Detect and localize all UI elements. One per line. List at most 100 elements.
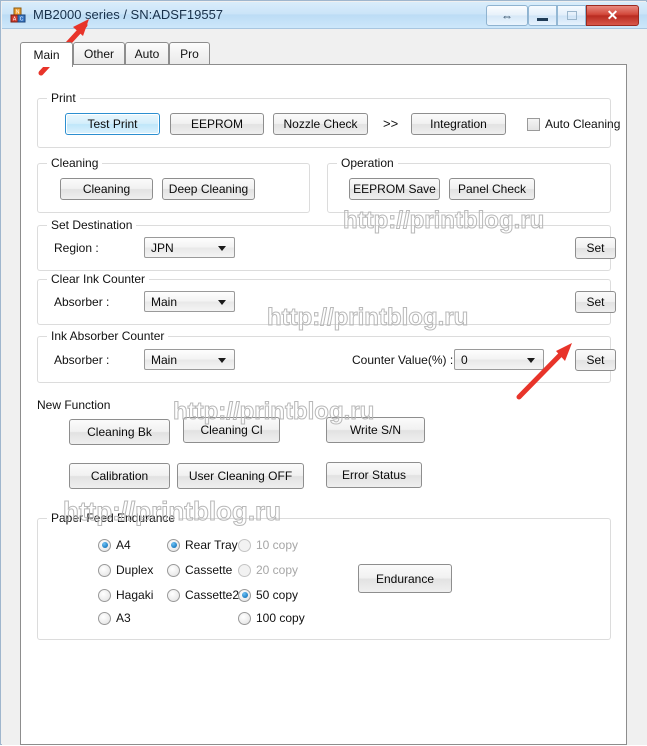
radio-copy-20[interactable]: 20 copy (238, 563, 298, 577)
radio-paper-a3-label: A3 (116, 611, 131, 625)
error-status-label: Error Status (341, 468, 407, 482)
radio-paper-hagaki-dot (98, 588, 111, 602)
cleaning-bk-label: Cleaning Bk (87, 425, 152, 439)
cleaning-label: Cleaning (82, 182, 131, 196)
ink-absorber-counter-set-button[interactable]: Set (575, 349, 616, 371)
cleaning-cl-button[interactable]: Cleaning Cl (183, 417, 280, 443)
radio-source-cassette-dot (167, 563, 180, 577)
radio-copy-50-dot (238, 588, 251, 602)
group-clear-ink-counter-title: Clear Ink Counter (47, 272, 150, 286)
eeprom-save-button[interactable]: EEPROM Save (349, 178, 440, 200)
minimize-icon (529, 6, 556, 25)
radio-paper-a3[interactable]: A3 (98, 611, 131, 625)
radio-copy-100-dot (238, 611, 251, 625)
write-sn-button[interactable]: Write S/N (326, 417, 425, 443)
client-area: Main Other Auto Pro Print Test Print EEP… (2, 29, 647, 745)
window-title: MB2000 series / SN:ADSF19557 (33, 7, 224, 22)
tab-pro[interactable]: Pro (169, 42, 210, 65)
set-destination-label: Set (586, 241, 605, 255)
application-window: N A C MB2000 series / SN:ADSF19557 ⇔ ✕ M… (0, 0, 647, 745)
radio-copy-100[interactable]: 100 copy (238, 611, 305, 625)
tab-auto[interactable]: Auto (125, 42, 169, 65)
radio-source-cassette[interactable]: Cassette (167, 563, 232, 577)
radio-copy-50[interactable]: 50 copy (238, 588, 298, 602)
eeprom-save-label: EEPROM Save (353, 182, 436, 196)
radio-paper-a4-dot (98, 538, 111, 552)
test-print-button[interactable]: Test Print (65, 113, 160, 135)
group-print: Print Test Print EEPROM Nozzle Check >> … (37, 91, 620, 148)
radio-source-cassette2[interactable]: Cassette2 (167, 588, 239, 602)
auto-cleaning-checkbox-box (527, 117, 540, 131)
radio-copy-100-label: 100 copy (256, 611, 305, 625)
group-paper-feed-endurance: Paper Feed Endurance A4 Duplex Hagaki A3… (37, 511, 611, 640)
ink-absorber-value: Main (151, 353, 178, 367)
deep-cleaning-label: Deep Cleaning (168, 182, 249, 196)
clear-ink-absorber-combobox[interactable]: Main (144, 291, 235, 312)
tab-main-label: Main (33, 48, 60, 62)
radio-copy-10[interactable]: 10 copy (238, 538, 298, 552)
ink-absorber-combobox[interactable]: Main (144, 349, 235, 370)
deep-cleaning-button[interactable]: Deep Cleaning (162, 178, 255, 200)
panel-check-button[interactable]: Panel Check (449, 178, 535, 200)
calibration-button[interactable]: Calibration (69, 463, 170, 489)
calibration-label: Calibration (90, 469, 149, 483)
radio-paper-hagaki[interactable]: Hagaki (98, 588, 153, 602)
radio-copy-10-label: 10 copy (256, 538, 299, 552)
auto-cleaning-checkbox[interactable]: Auto Cleaning (527, 117, 620, 131)
new-function-title: New Function (37, 398, 111, 412)
user-cleaning-off-button[interactable]: User Cleaning OFF (177, 463, 304, 489)
close-button[interactable]: ✕ (586, 5, 639, 26)
cleaning-bk-button[interactable]: Cleaning Bk (69, 419, 170, 445)
radio-source-cassette2-dot (167, 588, 180, 602)
chevron-down-icon (218, 358, 226, 363)
test-print-label: Test Print (87, 117, 138, 131)
radio-paper-duplex-dot (98, 563, 111, 577)
minimize-button[interactable] (528, 5, 557, 26)
group-cleaning: Cleaning Cleaning Deep Cleaning (37, 156, 310, 213)
eeprom-button[interactable]: EEPROM (170, 113, 264, 135)
radio-paper-duplex[interactable]: Duplex (98, 563, 153, 577)
region-value: JPN (151, 241, 174, 255)
ink-absorber-label: Absorber : (54, 353, 110, 367)
endurance-button[interactable]: Endurance (358, 564, 452, 593)
group-paper-feed-endurance-title: Paper Feed Endurance (47, 511, 180, 525)
endurance-label: Endurance (375, 571, 435, 586)
counter-value-combobox[interactable]: 0 (454, 349, 544, 370)
nozzle-check-button[interactable]: Nozzle Check (273, 113, 368, 135)
resize-toggle-button[interactable]: ⇔ (486, 5, 528, 26)
chevron-down-icon (527, 358, 535, 363)
radio-copy-20-dot (238, 563, 251, 577)
group-ink-absorber-counter: Ink Absorber Counter Absorber : Main Cou… (37, 329, 616, 383)
tab-other-label: Other (83, 47, 114, 61)
integration-label: Integration (430, 117, 487, 131)
radio-source-cassette-label: Cassette (185, 563, 233, 577)
nozzle-check-label: Nozzle Check (283, 117, 358, 131)
integration-button[interactable]: Integration (411, 113, 506, 135)
radio-paper-a4[interactable]: A4 (98, 538, 131, 552)
tab-main[interactable]: Main (20, 42, 73, 67)
cleaning-button[interactable]: Cleaning (60, 178, 153, 200)
eeprom-label: EEPROM (190, 117, 243, 131)
radio-paper-a4-label: A4 (116, 538, 131, 552)
clear-ink-counter-set-button[interactable]: Set (575, 291, 616, 313)
radio-source-rear-tray[interactable]: Rear Tray (167, 538, 238, 552)
user-cleaning-off-label: User Cleaning OFF (188, 469, 293, 483)
error-status-button[interactable]: Error Status (326, 462, 422, 488)
tab-pro-label: Pro (180, 47, 199, 61)
group-operation: Operation EEPROM Save Panel Check (327, 156, 611, 213)
cleaning-cl-label: Cleaning Cl (200, 423, 263, 437)
group-cleaning-title: Cleaning (47, 156, 103, 170)
tab-auto-label: Auto (134, 47, 160, 61)
chevron-down-icon (218, 300, 226, 305)
chevron-double-right-icon: >> (383, 116, 399, 131)
tab-other[interactable]: Other (73, 42, 125, 65)
region-combobox[interactable]: JPN (144, 237, 235, 258)
app-blocks-icon: N A C (10, 7, 27, 24)
ink-absorber-counter-set-label: Set (586, 353, 605, 367)
maximize-icon (558, 6, 585, 25)
svg-text:C: C (20, 17, 24, 23)
radio-copy-20-label: 20 copy (256, 563, 299, 577)
set-destination-button[interactable]: Set (575, 237, 616, 259)
radio-source-rear-tray-dot (167, 538, 180, 552)
maximize-button[interactable] (557, 5, 586, 26)
